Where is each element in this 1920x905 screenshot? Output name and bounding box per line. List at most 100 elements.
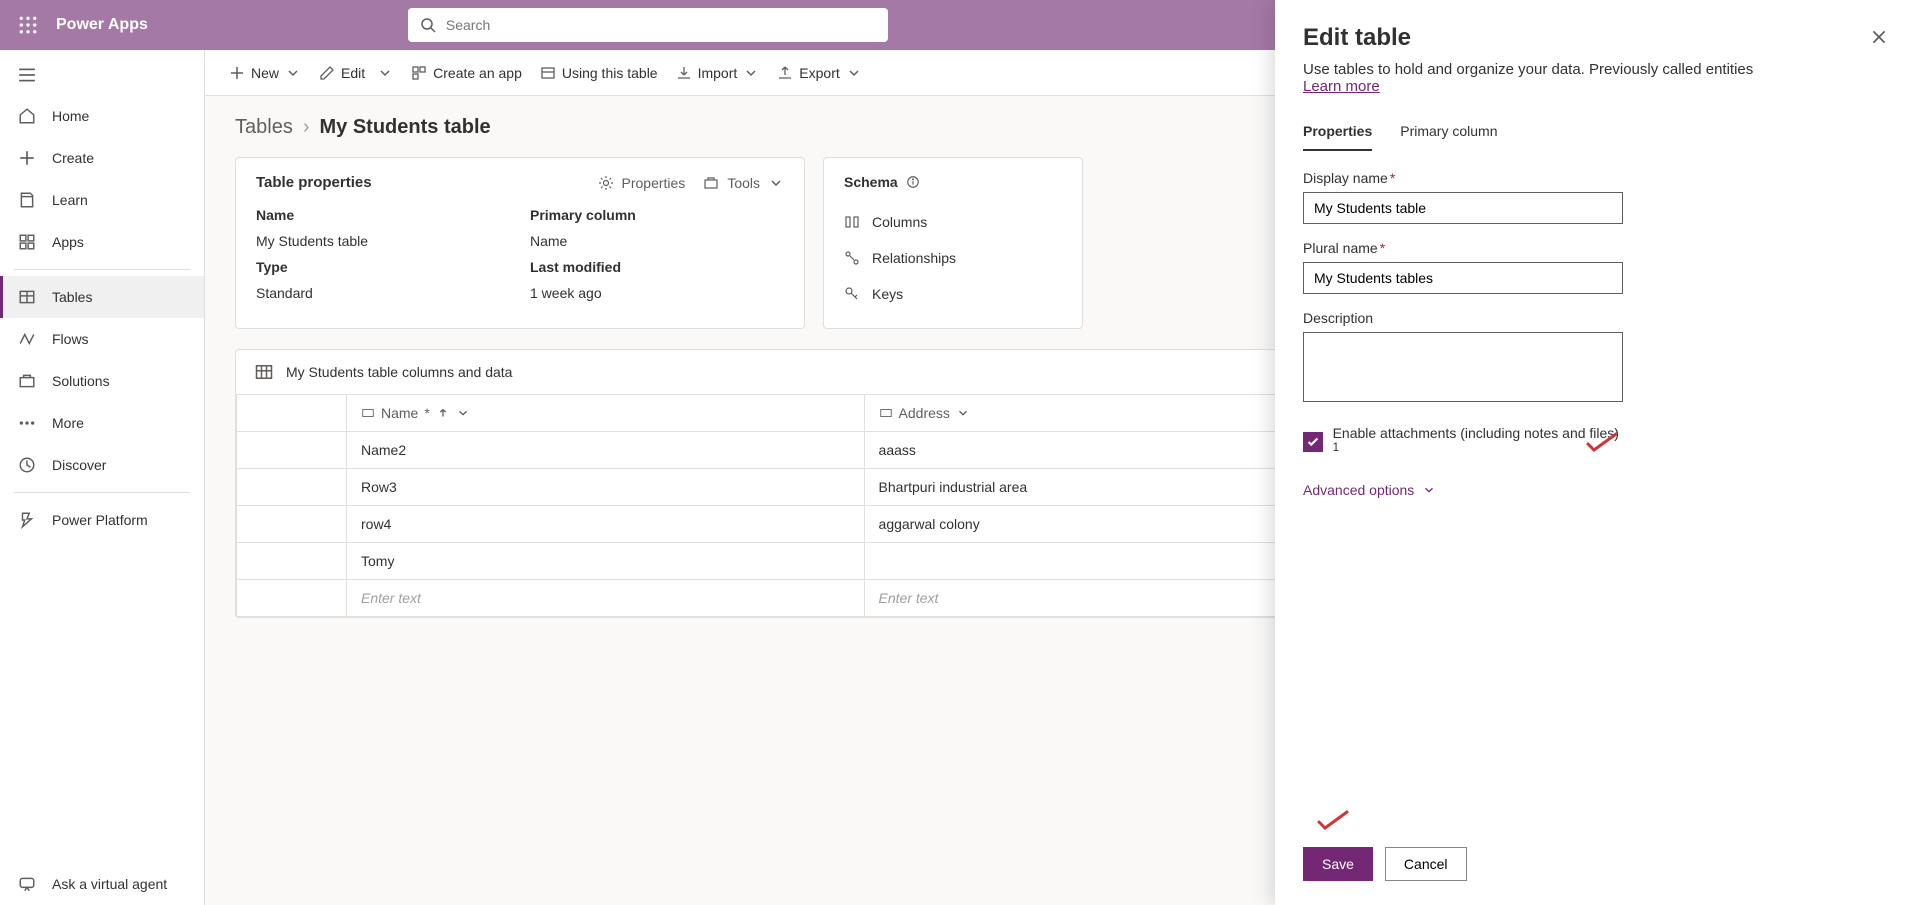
sidebar-item-apps[interactable]: Apps	[0, 221, 204, 263]
schema-columns[interactable]: Columns	[844, 204, 1062, 240]
nav-label: More	[52, 415, 84, 431]
schema-label: Columns	[872, 214, 927, 230]
row-selector-header[interactable]	[237, 395, 347, 432]
schema-card: Schema Columns Relationships Keys	[823, 157, 1083, 329]
tb-label: New	[251, 65, 279, 81]
prop-modified-label: Last modified	[530, 259, 784, 275]
nav-label: Discover	[52, 457, 106, 473]
using-table-button[interactable]: Using this table	[540, 65, 658, 81]
edit-button[interactable]: Edit	[319, 65, 393, 81]
panel-title: Edit table	[1303, 24, 1411, 52]
import-button[interactable]: Import	[676, 65, 760, 81]
sidebar-item-ask-agent[interactable]: Ask a virtual agent	[0, 863, 204, 905]
plural-name-field: Plural name*	[1303, 240, 1623, 294]
info-icon[interactable]	[906, 175, 920, 189]
prop-modified-value: 1 week ago	[530, 285, 784, 301]
nav-label: Learn	[52, 192, 88, 208]
prop-primary-value: Name	[530, 233, 784, 249]
check-icon	[1306, 435, 1320, 449]
nav-label: Flows	[52, 331, 89, 347]
schema-relationships[interactable]: Relationships	[844, 240, 1062, 276]
create-app-button[interactable]: Create an app	[411, 65, 522, 81]
nav-label: Ask a virtual agent	[52, 876, 167, 892]
description-field: Description	[1303, 310, 1623, 405]
prop-type-label: Type	[256, 259, 510, 275]
tb-label: Edit	[341, 65, 365, 81]
description-input[interactable]	[1303, 332, 1623, 402]
text-icon	[879, 406, 893, 420]
sidebar-item-more[interactable]: More	[0, 402, 204, 444]
nav-label: Create	[52, 150, 94, 166]
relationship-icon	[844, 250, 860, 266]
chevron-down-icon	[846, 65, 862, 81]
enable-attachments-row: Enable attachments (including notes and …	[1303, 425, 1623, 460]
tab-primary-column[interactable]: Primary column	[1400, 117, 1497, 151]
sidebar-item-solutions[interactable]: Solutions	[0, 360, 204, 402]
text-icon	[361, 406, 375, 420]
prop-type-value: Standard	[256, 285, 510, 301]
display-name-field: Display name*	[1303, 170, 1623, 224]
chevron-down-icon	[1422, 483, 1436, 497]
chevron-down-icon	[456, 406, 470, 420]
prop-primary-label: Primary column	[530, 207, 784, 223]
save-button[interactable]: Save	[1303, 847, 1373, 881]
table-icon	[254, 362, 274, 382]
learn-more-link[interactable]: Learn more	[1303, 78, 1380, 95]
key-icon	[844, 286, 860, 302]
panel-tabs: Properties Primary column	[1303, 117, 1892, 152]
search-input[interactable]	[446, 17, 876, 33]
tb-label: Import	[698, 65, 738, 81]
breadcrumb-current: My Students table	[319, 116, 490, 139]
schema-label: Relationships	[872, 250, 956, 266]
card-title: Schema	[844, 174, 898, 190]
chevron-right-icon: ›	[303, 116, 310, 139]
close-button[interactable]	[1866, 24, 1892, 53]
display-name-input[interactable]	[1303, 192, 1623, 224]
sidebar-item-tables[interactable]: Tables	[0, 276, 204, 318]
checkbox-label: Enable attachments (including notes and …	[1333, 425, 1623, 460]
sidebar-item-flows[interactable]: Flows	[0, 318, 204, 360]
gear-icon	[598, 175, 614, 191]
column-header-name[interactable]: Name*	[347, 395, 865, 432]
close-icon	[1870, 28, 1888, 46]
sidebar-item-power-platform[interactable]: Power Platform	[0, 499, 204, 541]
app-title: Power Apps	[56, 16, 148, 34]
nav-label: Power Platform	[52, 512, 148, 528]
sidebar: Home Create Learn Apps Tables Flows Solu…	[0, 50, 205, 905]
chevron-down-icon	[285, 65, 301, 81]
tb-label: Export	[799, 65, 839, 81]
edit-table-panel: Edit table Use tables to hold and organi…	[1275, 0, 1920, 905]
chevron-down-icon	[377, 65, 393, 81]
nav-label: Home	[52, 108, 89, 124]
table-properties-card: Table properties Properties Tools	[235, 157, 805, 329]
search-box[interactable]	[408, 8, 888, 42]
export-button[interactable]: Export	[777, 65, 861, 81]
enable-attachments-checkbox[interactable]	[1303, 432, 1323, 452]
cancel-button[interactable]: Cancel	[1385, 847, 1467, 881]
app-launcher-icon[interactable]	[8, 5, 48, 45]
schema-keys[interactable]: Keys	[844, 276, 1062, 312]
prop-name-value: My Students table	[256, 233, 510, 249]
tb-label: Using this table	[562, 65, 658, 81]
plural-name-input[interactable]	[1303, 262, 1623, 294]
panel-description: Use tables to hold and organize your dat…	[1303, 61, 1892, 95]
sidebar-item-create[interactable]: Create	[0, 137, 204, 179]
new-button[interactable]: New	[229, 65, 301, 81]
columns-icon	[844, 214, 860, 230]
card-title: Table properties	[256, 174, 372, 191]
sidebar-item-learn[interactable]: Learn	[0, 179, 204, 221]
advanced-options-toggle[interactable]: Advanced options	[1303, 482, 1623, 498]
nav-label: Tables	[52, 289, 92, 305]
toolbox-icon	[703, 175, 719, 191]
tab-properties[interactable]: Properties	[1303, 117, 1372, 151]
breadcrumb-root[interactable]: Tables	[235, 116, 293, 139]
properties-action[interactable]: Properties	[598, 175, 686, 191]
nav-label: Solutions	[52, 373, 110, 389]
sidebar-item-home[interactable]: Home	[0, 95, 204, 137]
chevron-down-icon	[768, 175, 784, 191]
sidebar-item-discover[interactable]: Discover	[0, 444, 204, 486]
schema-label: Keys	[872, 286, 903, 302]
tools-action[interactable]: Tools	[703, 175, 784, 191]
hamburger-icon[interactable]	[0, 58, 204, 95]
data-title: My Students table columns and data	[286, 364, 512, 380]
